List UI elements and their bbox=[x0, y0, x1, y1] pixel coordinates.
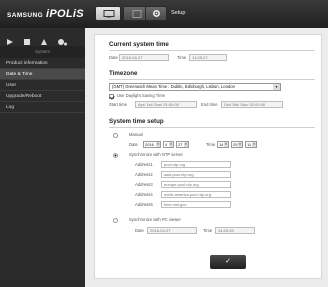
monitor-icon bbox=[103, 10, 115, 18]
event-icon[interactable] bbox=[40, 33, 48, 45]
gear-icon bbox=[153, 10, 160, 17]
hour-select[interactable]: 14 ▾ bbox=[217, 141, 229, 148]
current-date-field: 2016-04-27 bbox=[119, 54, 169, 61]
manual-time-label: Time bbox=[206, 142, 216, 147]
sidebar-item-product-information[interactable]: Product information bbox=[0, 58, 85, 69]
manual-radio[interactable] bbox=[113, 133, 118, 138]
apply-button[interactable]: ✓ bbox=[210, 255, 246, 269]
pc-sync-label: Synchronize with PC viewer bbox=[129, 217, 181, 222]
year-value: 2016 bbox=[145, 142, 154, 147]
month-value: 4 bbox=[165, 142, 168, 147]
dst-start-label: Start time bbox=[109, 102, 127, 107]
timezone-title: Timezone bbox=[109, 70, 138, 77]
timezone-select-value: (GMT) Greenwich Mean Time : Dublin, Edin… bbox=[112, 84, 235, 89]
pc-date-label: Date bbox=[135, 228, 144, 233]
pc-time-label: Time bbox=[203, 228, 213, 233]
ntp-address-label: Address3 bbox=[135, 182, 153, 187]
brand-ipolis: iPOLiS bbox=[46, 8, 84, 20]
dst-end-field: Oct/ 5th/ Sun/ 02:00:00 bbox=[221, 101, 283, 108]
day-select[interactable]: 27 ▾ bbox=[176, 141, 189, 148]
chevron-down-icon: ▾ bbox=[184, 142, 188, 147]
ntp-address-field[interactable]: pool.ntp.org bbox=[161, 161, 231, 168]
sidebar-item-log[interactable]: Log bbox=[0, 102, 85, 113]
ntp-address-field[interactable]: europe.pool.ntp.org bbox=[161, 181, 231, 188]
ntp-address-label: Address1 bbox=[135, 162, 153, 167]
network-icon[interactable] bbox=[23, 33, 31, 45]
sidebar-heading: System bbox=[0, 46, 85, 58]
pc-sync-radio[interactable] bbox=[113, 218, 118, 223]
sidebar: System Product information Date & Time U… bbox=[0, 28, 85, 287]
month-select[interactable]: 4 ▾ bbox=[163, 141, 174, 148]
second-select[interactable]: 11 ▾ bbox=[245, 141, 257, 148]
time-setup-title: System time setup bbox=[109, 118, 164, 125]
sidebar-item-user[interactable]: User bbox=[0, 80, 85, 91]
current-time-title: Current system time bbox=[109, 41, 169, 48]
sidebar-item-date-time[interactable]: Date & Time bbox=[0, 69, 85, 80]
chevron-down-icon: ▾ bbox=[169, 142, 173, 147]
video-icon[interactable] bbox=[6, 33, 14, 45]
timezone-select[interactable]: (GMT) Greenwich Mean Time : Dublin, Edin… bbox=[109, 83, 281, 91]
brand-logo: SAMSUNG iPOLiS bbox=[7, 8, 84, 20]
manual-label: Manual bbox=[129, 132, 143, 137]
tab-live[interactable] bbox=[95, 6, 121, 21]
year-select[interactable]: 2016 ▾ bbox=[143, 141, 161, 148]
sidebar-icon-row bbox=[0, 28, 85, 46]
chevron-down-icon: ▾ bbox=[273, 84, 280, 90]
divider bbox=[109, 50, 315, 51]
dst-checkbox[interactable] bbox=[109, 94, 114, 99]
second-value: 11 bbox=[247, 142, 252, 147]
pc-date-field: 2016-04-27 bbox=[147, 227, 197, 234]
tab-setup[interactable] bbox=[145, 6, 167, 21]
settings-panel: Current system time Date 2016-04-27 Time… bbox=[94, 34, 322, 279]
ntp-radio[interactable] bbox=[113, 153, 118, 158]
ntp-label: Synchronize with NTP server bbox=[129, 152, 183, 157]
top-bar: SAMSUNG iPOLiS Setup bbox=[0, 0, 328, 28]
system-icon[interactable] bbox=[57, 33, 67, 46]
dst-start-field: Apr/ 1st/ Sun/ 01:00:00 bbox=[135, 101, 197, 108]
current-date-label: Date bbox=[109, 55, 118, 60]
page-title: Setup bbox=[171, 10, 186, 16]
day-value: 27 bbox=[178, 142, 183, 147]
minute-value: 25 bbox=[233, 142, 238, 147]
current-time-label: Time bbox=[177, 55, 187, 60]
dst-label: Use Daylight Saving Time bbox=[117, 93, 165, 98]
dst-end-label: End time bbox=[201, 102, 218, 107]
divider bbox=[109, 127, 315, 128]
playback-icon bbox=[132, 10, 142, 18]
ntp-address-label: Address4 bbox=[135, 192, 153, 197]
ntp-address-label: Address5 bbox=[135, 202, 153, 207]
chevron-down-icon: ▾ bbox=[252, 142, 256, 147]
minute-select[interactable]: 25 ▾ bbox=[231, 141, 243, 148]
divider bbox=[109, 79, 315, 80]
manual-date-label: Date bbox=[129, 142, 138, 147]
ntp-address-label: Address2 bbox=[135, 172, 153, 177]
chevron-down-icon: ▾ bbox=[238, 142, 242, 147]
ntp-address-field[interactable]: time.nist.gov bbox=[161, 201, 231, 208]
brand-samsung: SAMSUNG bbox=[7, 12, 44, 19]
ntp-address-field[interactable]: north-america.pool.ntp.org bbox=[161, 191, 231, 198]
chevron-down-icon: ▾ bbox=[224, 142, 228, 147]
hour-value: 14 bbox=[219, 142, 224, 147]
pc-time-field: 14:25:28 bbox=[215, 227, 255, 234]
ntp-address-field[interactable]: asia.pool.ntp.org bbox=[161, 171, 231, 178]
chevron-down-icon: ▾ bbox=[156, 142, 160, 147]
sidebar-item-upgrade-reboot[interactable]: Upgrade/Reboot bbox=[0, 91, 85, 102]
current-time-field: 14:25:27 bbox=[189, 54, 227, 61]
